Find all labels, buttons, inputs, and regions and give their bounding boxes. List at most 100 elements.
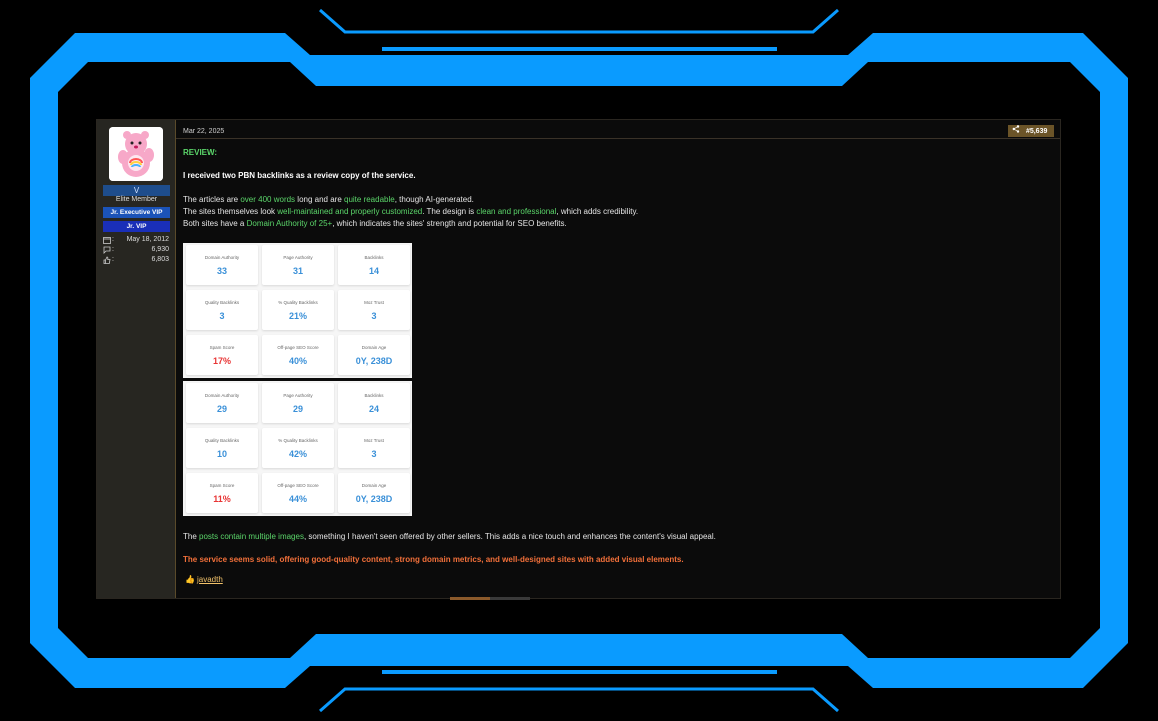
stat-joined-colon: : [112, 236, 114, 243]
metric-label: Backlinks [364, 393, 384, 398]
user-sidebar: V Elite Member Jr. Executive VIP Jr. VIP… [97, 120, 176, 598]
metric-value: 29 [216, 404, 227, 414]
metric-label: Quality Backlinks [204, 300, 240, 305]
p1-text-c: , though AI-generated. [394, 195, 474, 204]
metric-label: Backlinks [364, 255, 384, 260]
metric-label: Domain Authority [204, 255, 240, 260]
metric-card: Domain Age 0Y, 238D [338, 335, 410, 375]
p2-text-b: . The design is [422, 207, 477, 216]
p1-highlight-b: quite readable [344, 195, 395, 204]
stat-joined: : May 18, 2012 [103, 236, 171, 246]
user-title: Elite Member [115, 196, 158, 203]
stat-joined-value: May 18, 2012 [126, 236, 169, 243]
metric-card: Backlinks 14 [338, 245, 410, 285]
metric-card: Page Authority 31 [262, 245, 334, 285]
metric-value: 17% [212, 356, 231, 366]
metric-value: 44% [288, 494, 307, 504]
metric-label: Off-page SEO Score [277, 483, 319, 488]
metric-value: 3 [219, 311, 225, 321]
stat-messages: : 6,930 [103, 246, 171, 256]
metric-value: 3 [371, 449, 377, 459]
scroll-indicator-active [450, 597, 490, 600]
metric-label: Spam Score [209, 483, 235, 488]
avatar[interactable] [109, 127, 163, 181]
metric-card: Domain Age 0Y, 238D [338, 473, 410, 513]
forum-post: V Elite Member Jr. Executive VIP Jr. VIP… [96, 119, 1061, 599]
metric-label: Off-page SEO Score [277, 345, 319, 350]
metric-label: % Quality Backlinks [278, 300, 318, 305]
metric-label: Moz Trust [364, 438, 384, 443]
metric-card: Spam Score 11% [186, 473, 258, 513]
metric-card: Quality Backlinks 3 [186, 290, 258, 330]
metric-card: Moz Trust 3 [338, 290, 410, 330]
post-number-button[interactable]: #5,639 [1008, 125, 1054, 137]
metric-label: Page Authority [283, 255, 313, 260]
user-banner-executive-vip: Jr. Executive VIP [103, 207, 170, 218]
messages-icon [103, 246, 117, 256]
scroll-indicator-track [490, 597, 530, 600]
share-icon [1012, 125, 1024, 138]
header-divider [176, 138, 1060, 139]
metric-card: Quality Backlinks 10 [186, 428, 258, 468]
metric-value: 42% [288, 449, 307, 459]
metric-card: Domain Authority 33 [186, 245, 258, 285]
reaction-bar[interactable]: 👍 javadth [185, 575, 223, 584]
p4-text-a: The [183, 532, 200, 541]
metric-label: Domain Age [361, 345, 387, 350]
reaction-user-link[interactable]: javadth [197, 575, 223, 584]
p2-highlight-a: well-maintained and properly customized [277, 207, 423, 216]
metrics-image-site-1[interactable]: Domain Authority 33 Page Authority 31 Back… [183, 243, 412, 378]
metric-label: Page Authority [283, 393, 313, 398]
paragraph-3: Both sites have a Domain Authority of 25… [183, 219, 567, 228]
stat-reactions: : 6,803 [103, 256, 171, 266]
metric-value: 29 [292, 404, 303, 414]
metric-value: 24 [368, 404, 379, 414]
metric-card: Off-page SEO Score 40% [262, 335, 334, 375]
metrics-image-site-2[interactable]: Domain Authority 29 Page Authority 29 Back… [183, 381, 412, 516]
p3-text-b: , which indicates the sites' strength an… [332, 219, 567, 228]
p1-text-a: The articles are [183, 195, 241, 204]
stat-messages-colon: : [112, 246, 114, 253]
metric-card: Off-page SEO Score 44% [262, 473, 334, 513]
conclusion-text: The service seems solid, offering good-q… [183, 555, 684, 564]
metric-value: 3 [371, 311, 377, 321]
metric-card: Domain Authority 29 [186, 383, 258, 423]
paragraph-2: The sites themselves look well-maintaine… [183, 207, 638, 216]
paragraph-4: The posts contain multiple images, somet… [183, 532, 716, 541]
metric-value: 40% [288, 356, 307, 366]
p3-highlight-a: Domain Authority of 25+ [246, 219, 333, 228]
care-bear-avatar-image [109, 127, 163, 181]
metric-value: 31 [292, 266, 303, 276]
post-number-label: #5,639 [1025, 128, 1048, 135]
metric-card: Moz Trust 3 [338, 428, 410, 468]
metric-card: Page Authority 29 [262, 383, 334, 423]
metric-value: 33 [216, 266, 227, 276]
p2-text-a: The sites themselves look [183, 207, 278, 216]
stat-reactions-value: 6,803 [151, 256, 169, 263]
thumbs-up-outline-icon [103, 256, 117, 266]
user-banner-vip: Jr. VIP [103, 221, 170, 232]
metric-value: 10 [216, 449, 227, 459]
p2-text-c: , which adds credibility. [556, 207, 639, 216]
thumbs-up-icon: 👍 [185, 575, 195, 584]
review-heading: REVIEW: [183, 148, 218, 157]
metric-value: 0Y, 238D [355, 494, 393, 504]
metric-label: Spam Score [209, 345, 235, 350]
metric-value: 14 [368, 266, 379, 276]
p2-highlight-b: clean and professional [476, 207, 557, 216]
metric-label: Domain Authority [204, 393, 240, 398]
metric-value: 21% [288, 311, 307, 321]
metric-label: Moz Trust [364, 300, 384, 305]
intro-text: I received two PBN backlinks as a review… [183, 171, 416, 180]
stat-reactions-colon: : [112, 256, 114, 263]
metric-label: Quality Backlinks [204, 438, 240, 443]
username[interactable]: V [103, 185, 170, 196]
calendar-icon [103, 236, 117, 246]
p1-text-b: long and are [295, 195, 344, 204]
p1-highlight-a: over 400 words [240, 195, 296, 204]
post-date[interactable]: Mar 22, 2025 [183, 128, 224, 135]
p4-highlight-a: posts contain multiple images [199, 532, 304, 541]
metric-card: % Quality Backlinks 42% [262, 428, 334, 468]
stat-messages-value: 6,930 [151, 246, 169, 253]
metric-label: % Quality Backlinks [278, 438, 318, 443]
